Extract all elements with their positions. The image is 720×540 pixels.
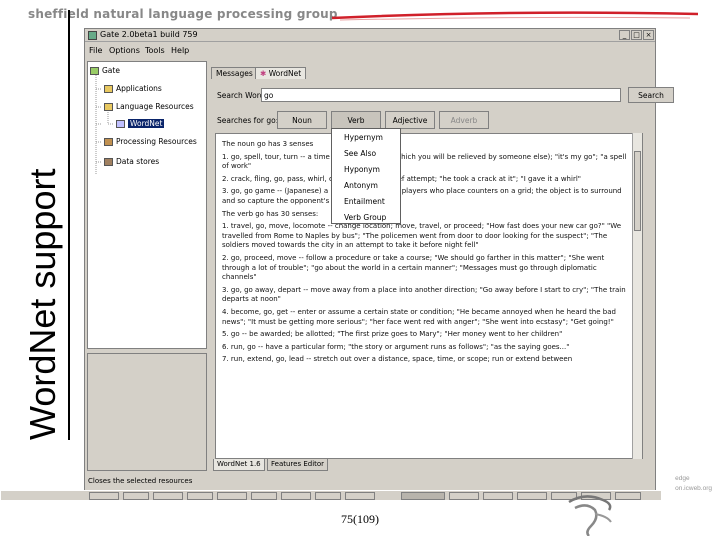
tree-item-applications[interactable]: Applications — [104, 84, 162, 93]
menu-help[interactable]: Help — [171, 46, 189, 55]
tree-item-language-resources[interactable]: Language Resources — [104, 102, 194, 111]
wordnet-icon — [116, 120, 125, 128]
result-line: 2. crack, fling, go, pass, whirl, offer … — [222, 174, 581, 183]
taskbar-button[interactable] — [483, 492, 513, 500]
status-bar: Closes the selected resources — [85, 477, 655, 487]
gate-icon — [90, 67, 99, 75]
resource-icon: ✱ — [260, 69, 267, 78]
result-line: 3. go, go game -- (Japanese) a board gam… — [222, 187, 622, 205]
result-line: The verb go has 30 senses: — [222, 209, 319, 218]
tab-features-editor[interactable]: Features Editor — [267, 459, 329, 471]
results-area[interactable]: The noun go has 3 senses 1. go, spell, t… — [215, 133, 643, 459]
gate-app-icon — [88, 31, 97, 40]
taskbar-button[interactable] — [153, 492, 183, 500]
top-tab-bar: Messages ✱ WordNet — [211, 65, 651, 79]
lower-left-panel — [87, 353, 207, 471]
result-line: 4. become, go, get -- enter or assume a … — [222, 307, 616, 326]
menu-item-hyponym[interactable]: Hyponym — [344, 165, 380, 174]
resource-tree: Gate Applications Language Resources Wor… — [87, 61, 207, 349]
maximize-button[interactable]: □ — [631, 30, 642, 40]
tree-item-wordnet[interactable]: WordNet — [116, 119, 165, 128]
result-line: 1. go, spell, tour, turn -- a time for w… — [222, 152, 627, 171]
result-line: 2. go, proceed, move -- follow a procedu… — [222, 253, 605, 282]
search-input[interactable]: go — [261, 88, 621, 102]
close-button[interactable]: × — [643, 30, 654, 40]
verb-button[interactable]: Verb — [331, 111, 381, 129]
search-button[interactable]: Search — [628, 87, 674, 103]
window-titlebar: Gate 2.0beta1 build 759 _ □ × — [85, 29, 655, 42]
adjective-button[interactable]: Adjective — [385, 111, 435, 129]
search-label: Search Word: — [217, 91, 267, 100]
taskbar-button[interactable] — [615, 492, 641, 500]
result-line: 5. go -- be awarded; be allotted; "The f… — [222, 330, 563, 339]
tab-wordnet[interactable]: ✱ WordNet — [255, 67, 307, 79]
menu-item-antonym[interactable]: Antonym — [344, 181, 378, 190]
result-line: The noun go has 3 senses — [222, 140, 314, 148]
status-text: Closes the selected resources — [88, 477, 193, 485]
result-line: 7. run, extend, go, lead -- stretch out … — [222, 355, 573, 364]
watermark: edge on.icweb.org — [675, 475, 712, 492]
taskbar-button[interactable] — [517, 492, 547, 500]
menu-item-hypernym[interactable]: Hypernym — [344, 133, 383, 142]
tab-wordnet-view[interactable]: WordNet 1.6 — [213, 459, 265, 471]
taskbar-button[interactable] — [89, 492, 119, 500]
page-number: 75(109) — [341, 512, 379, 526]
noun-button[interactable]: Noun — [277, 111, 327, 129]
scrollbar-thumb[interactable] — [634, 151, 641, 231]
results-scrollbar[interactable] — [632, 133, 642, 459]
taskbar-button[interactable] — [217, 492, 247, 500]
window-title: Gate 2.0beta1 build 759 — [100, 30, 198, 39]
tree-item-gate[interactable]: Gate — [90, 66, 120, 75]
taskbar-button[interactable] — [449, 492, 479, 500]
adverb-button[interactable]: Adverb — [439, 111, 489, 129]
gear-icon — [104, 138, 113, 146]
tree-item-processing-resources[interactable]: Processing Resources — [104, 137, 197, 146]
taskbar-button[interactable] — [281, 492, 311, 500]
taskbar-button[interactable] — [315, 492, 341, 500]
result-line: 1. travel, go, move, locomote -- change … — [222, 222, 622, 250]
tree-item-data-stores[interactable]: Data stores — [104, 157, 159, 166]
taskbar-button[interactable] — [251, 492, 277, 500]
taskbar — [1, 490, 661, 500]
database-icon — [104, 158, 113, 166]
taskbar-button-active[interactable] — [401, 492, 445, 500]
pos-row: Searches for go: Noun Verb Adjective Adv… — [215, 111, 651, 129]
result-line: 6. run, go -- have a particular form; "t… — [222, 342, 570, 351]
taskbar-button[interactable] — [345, 492, 375, 500]
result-line: 3. go, go away, depart -- move away from… — [222, 285, 626, 304]
taskbar-button[interactable] — [123, 492, 149, 500]
results-text: The noun go has 3 senses 1. go, spell, t… — [222, 140, 632, 368]
verb-relations-menu: Hypernym See Also Hyponym Antonym Entail… — [331, 128, 401, 224]
menu-item-see-also[interactable]: See Also — [344, 149, 376, 158]
menu-tools[interactable]: Tools — [145, 46, 165, 55]
menu-item-entailment[interactable]: Entailment — [344, 197, 385, 206]
gate-window: Gate 2.0beta1 build 759 _ □ × File Optio… — [1, 28, 674, 500]
slide-side-title: WordNet support — [18, 10, 70, 440]
menu-file[interactable]: File — [89, 46, 102, 55]
folder-icon — [104, 85, 113, 93]
slide-header: sheffield natural language processing gr… — [28, 7, 338, 21]
search-row: Search Word: go Search — [215, 87, 674, 103]
menu-bar: File Options Tools Help — [85, 43, 655, 57]
header-red-swoosh — [331, 11, 699, 21]
folder-icon — [104, 103, 113, 111]
menu-options[interactable]: Options — [109, 46, 140, 55]
tab-messages[interactable]: Messages — [211, 67, 258, 79]
bottom-tab-bar: WordNet 1.6 Features Editor — [211, 459, 651, 473]
taskbar-button[interactable] — [187, 492, 213, 500]
searches-for-label: Searches for go: — [217, 116, 279, 125]
minimize-button[interactable]: _ — [619, 30, 630, 40]
menu-item-verb-group[interactable]: Verb Group — [344, 213, 386, 222]
